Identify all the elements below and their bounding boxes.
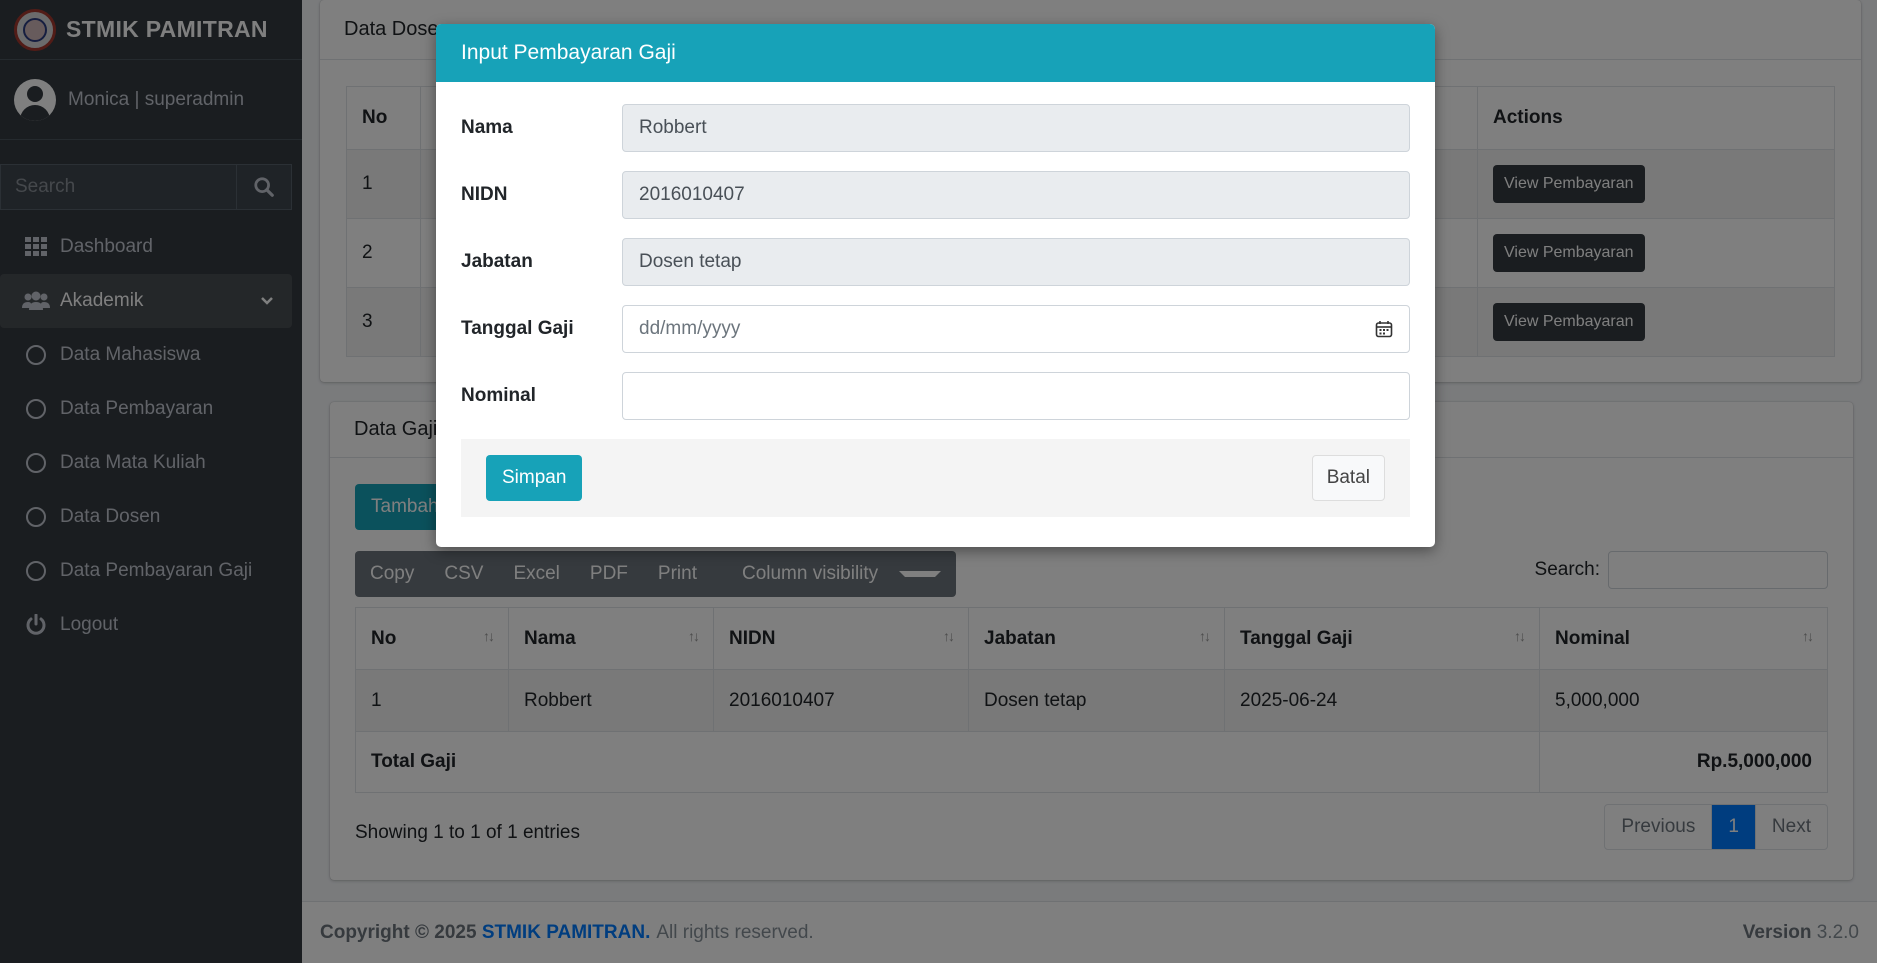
modal-body: Nama Robbert NIDN 2016010407 Jabatan Dos… [436, 82, 1435, 517]
nominal-field[interactable] [622, 372, 1410, 420]
calendar-icon[interactable] [1375, 320, 1393, 338]
date-placeholder: dd/mm/yyyy [639, 318, 741, 339]
form-row-jabatan: Jabatan Dosen tetap [461, 238, 1410, 286]
modal-footer: Simpan Batal [461, 439, 1410, 517]
jabatan-label: Jabatan [461, 251, 533, 272]
nominal-label: Nominal [461, 385, 536, 406]
nama-label: Nama [461, 117, 513, 138]
batal-button[interactable]: Batal [1311, 455, 1385, 501]
input-pembayaran-gaji-modal: Input Pembayaran Gaji Nama Robbert NIDN … [436, 24, 1435, 547]
simpan-button[interactable]: Simpan [486, 455, 583, 501]
tanggal-gaji-field[interactable]: dd/mm/yyyy [622, 305, 1410, 353]
jabatan-field[interactable]: Dosen tetap [622, 238, 1410, 286]
modal-title: Input Pembayaran Gaji [461, 41, 676, 64]
nidn-label: NIDN [461, 184, 508, 205]
form-row-nama: Nama Robbert [461, 104, 1410, 152]
tanggal-gaji-label: Tanggal Gaji [461, 318, 574, 339]
form-row-nidn: NIDN 2016010407 [461, 171, 1410, 219]
modal-header: Input Pembayaran Gaji [436, 24, 1435, 82]
nama-field[interactable]: Robbert [622, 104, 1410, 152]
nidn-field[interactable]: 2016010407 [622, 171, 1410, 219]
form-row-tanggal: Tanggal Gaji dd/mm/yyyy [461, 305, 1410, 353]
form-row-nominal: Nominal [461, 372, 1410, 420]
